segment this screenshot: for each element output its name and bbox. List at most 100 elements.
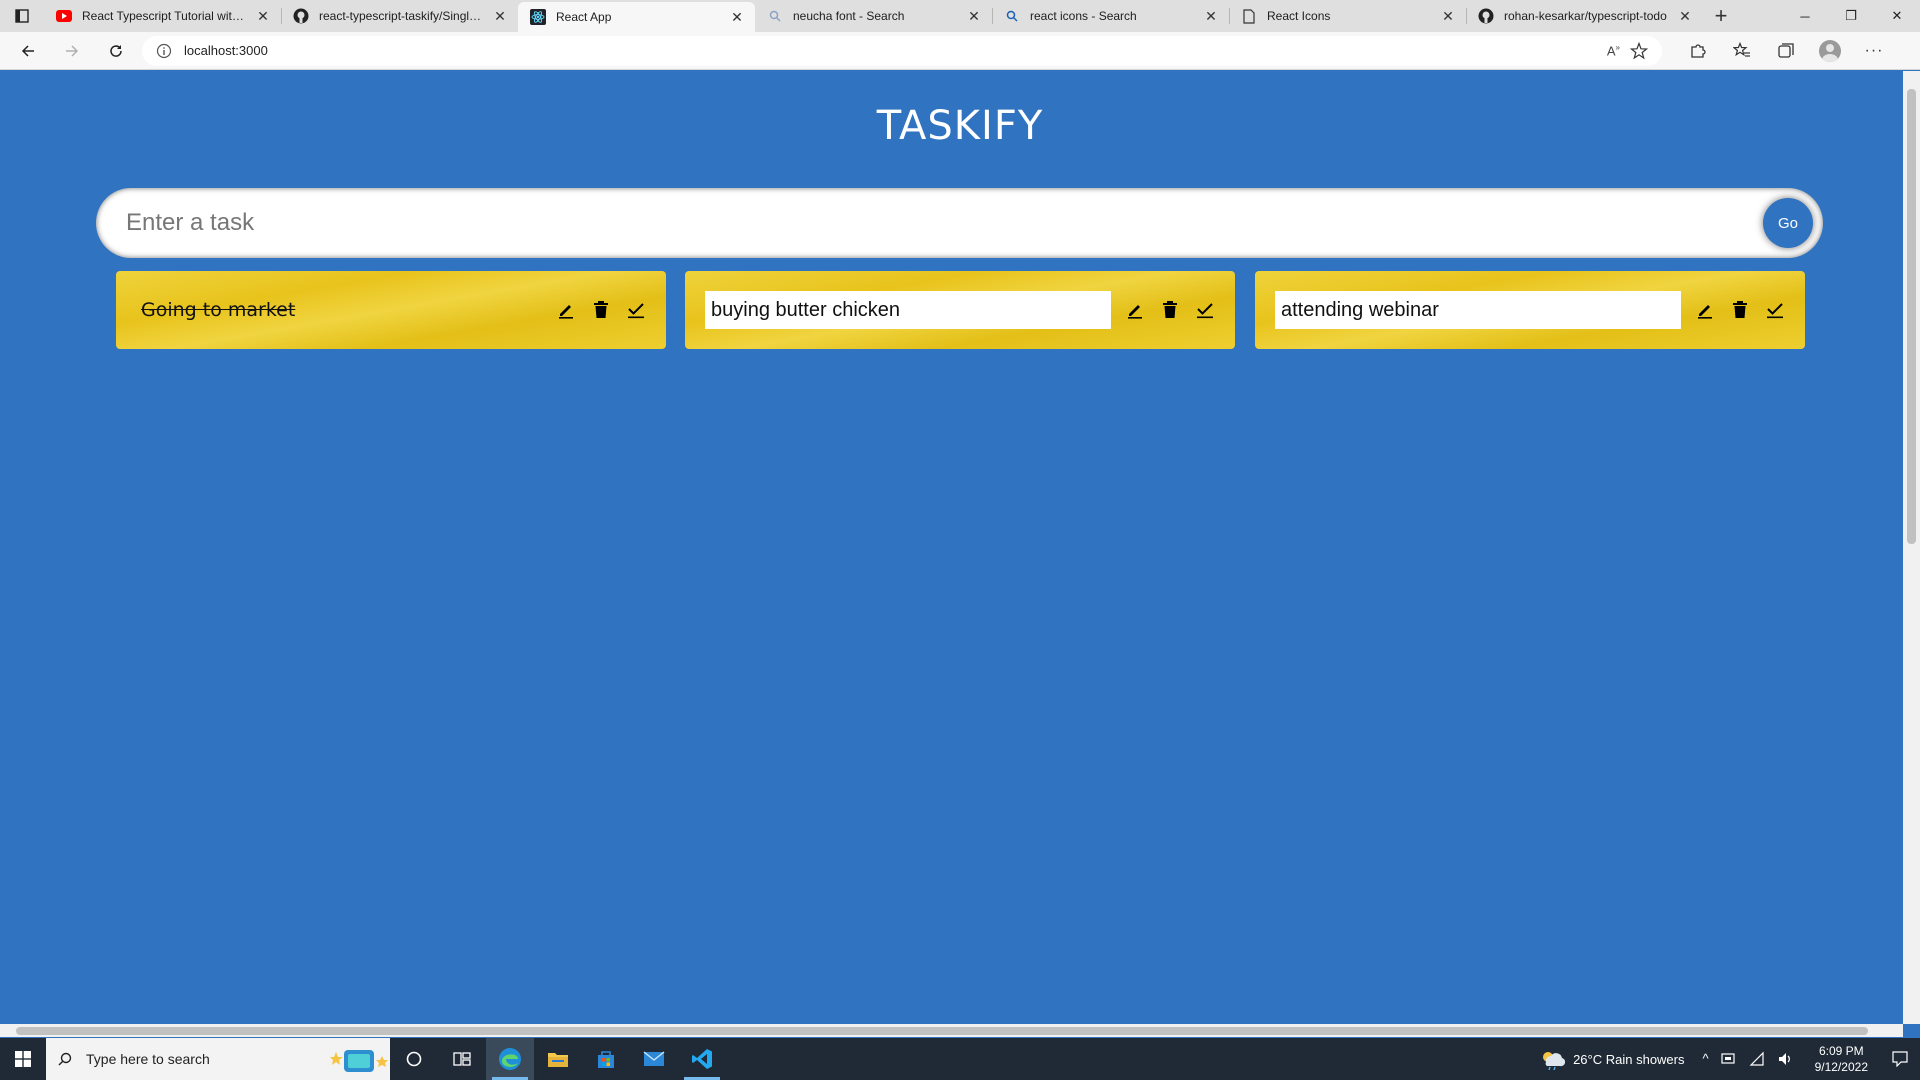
meet-now-icon[interactable] bbox=[1721, 1051, 1737, 1067]
edit-icon[interactable] bbox=[1125, 300, 1145, 320]
back-button[interactable] bbox=[6, 35, 50, 67]
page-icon bbox=[1241, 8, 1257, 24]
todo-text: Going to market bbox=[141, 299, 296, 321]
tab-youtube[interactable]: React Typescript Tutorial with Pr ✕ bbox=[44, 0, 281, 32]
tab-react-icons[interactable]: React Icons ✕ bbox=[1229, 0, 1466, 32]
todo-card: Going to market bbox=[116, 271, 666, 349]
refresh-icon bbox=[110, 44, 122, 57]
tab-title: React Icons bbox=[1267, 9, 1331, 23]
weather-widget[interactable]: 26°C Rain showers bbox=[1539, 1048, 1685, 1070]
task-view-icon bbox=[453, 1052, 471, 1066]
settings-menu-button[interactable]: ··· bbox=[1852, 35, 1896, 67]
delete-icon[interactable] bbox=[591, 300, 611, 320]
check-icon[interactable] bbox=[1765, 300, 1785, 320]
wifi-icon[interactable] bbox=[1749, 1051, 1765, 1067]
search-highlight-icon bbox=[330, 1050, 388, 1072]
window-close-button[interactable]: ✕ bbox=[1874, 0, 1920, 32]
vscode-icon bbox=[692, 1049, 712, 1069]
clock-date: 9/12/2022 bbox=[1814, 1060, 1868, 1074]
tab-title: neucha font - Search bbox=[793, 9, 905, 23]
url-text: localhost:3000 bbox=[184, 43, 268, 58]
taskbar-file-explorer[interactable] bbox=[534, 1038, 582, 1080]
edit-icon[interactable] bbox=[556, 300, 576, 320]
close-icon[interactable]: ✕ bbox=[255, 8, 271, 24]
todo-edit-input[interactable] bbox=[705, 291, 1111, 329]
rain-cloud-icon bbox=[1543, 1052, 1566, 1070]
todo-card bbox=[685, 271, 1235, 349]
github-icon bbox=[293, 8, 309, 24]
restore-button[interactable]: ❐ bbox=[1828, 0, 1874, 32]
vertical-scroll-thumb[interactable] bbox=[1907, 89, 1916, 544]
edge-browser-icon bbox=[499, 1048, 521, 1070]
forward-button[interactable] bbox=[50, 35, 94, 67]
extensions-button[interactable] bbox=[1676, 35, 1720, 67]
window-controls: ─ ❐ ✕ bbox=[1782, 0, 1920, 32]
horizontal-scroll-thumb[interactable] bbox=[16, 1027, 1868, 1035]
vertical-scrollbar[interactable] bbox=[1903, 71, 1920, 1024]
search-icon bbox=[767, 8, 783, 24]
delete-icon[interactable] bbox=[1160, 300, 1180, 320]
taskbar-vscode[interactable] bbox=[678, 1038, 726, 1080]
notifications-button[interactable] bbox=[1880, 1038, 1920, 1080]
todo-edit-input[interactable] bbox=[1275, 291, 1681, 329]
check-icon[interactable] bbox=[1195, 300, 1215, 320]
task-input[interactable] bbox=[96, 193, 1763, 253]
tab-react-app[interactable]: React App ✕ bbox=[518, 2, 755, 32]
favorite-star-icon[interactable] bbox=[1630, 41, 1648, 60]
github-icon bbox=[1478, 8, 1494, 24]
start-button[interactable] bbox=[0, 1038, 46, 1080]
close-icon[interactable]: ✕ bbox=[729, 9, 745, 25]
edit-icon[interactable] bbox=[1695, 300, 1715, 320]
browser-tab-bar: React Typescript Tutorial with Pr ✕ reac… bbox=[0, 0, 1920, 32]
store-bag-icon bbox=[598, 1051, 614, 1068]
chevron-up-icon[interactable]: ^ bbox=[1703, 1051, 1709, 1067]
close-icon[interactable]: ✕ bbox=[1440, 8, 1456, 24]
tab-actions-button[interactable] bbox=[0, 0, 44, 32]
cortana-circle-icon bbox=[406, 1051, 422, 1067]
taskbar-edge[interactable] bbox=[486, 1038, 534, 1080]
read-aloud-icon[interactable]: A» bbox=[1607, 43, 1620, 58]
cortana-button[interactable] bbox=[390, 1038, 438, 1080]
tab-title: rohan-kesarkar/typescript-todo bbox=[1504, 9, 1667, 23]
tab-github-todo[interactable]: rohan-kesarkar/typescript-todo ✕ bbox=[1466, 0, 1703, 32]
refresh-button[interactable] bbox=[94, 35, 138, 67]
close-icon[interactable]: ✕ bbox=[966, 8, 982, 24]
task-view-button[interactable] bbox=[438, 1038, 486, 1080]
clock-time: 6:09 PM bbox=[1818, 1044, 1864, 1058]
collections-icon bbox=[1778, 42, 1794, 58]
check-icon[interactable] bbox=[626, 300, 646, 320]
tab-react-icons-search[interactable]: react icons - Search ✕ bbox=[992, 0, 1229, 32]
todo-card bbox=[1255, 271, 1805, 349]
delete-icon[interactable] bbox=[1730, 300, 1750, 320]
close-icon[interactable]: ✕ bbox=[1677, 8, 1693, 24]
taskbar-search-placeholder: Type here to search bbox=[86, 1051, 210, 1067]
more-icon: ··· bbox=[1864, 41, 1884, 59]
folder-icon bbox=[548, 1053, 568, 1067]
minimize-button[interactable]: ─ bbox=[1782, 0, 1828, 32]
address-bar-row: localhost:3000 A» ··· bbox=[0, 32, 1920, 70]
windows-logo-icon bbox=[15, 1051, 31, 1067]
favorites-list-icon bbox=[1733, 41, 1750, 57]
task-input-form: Go bbox=[96, 188, 1823, 258]
tab-title: react-typescript-taskify/SingleTo bbox=[319, 9, 486, 23]
collections-button[interactable] bbox=[1764, 35, 1808, 67]
taskbar-search[interactable]: Type here to search bbox=[46, 1038, 390, 1080]
search-icon bbox=[1004, 8, 1020, 24]
go-button[interactable]: Go bbox=[1763, 198, 1813, 248]
site-info-icon[interactable] bbox=[156, 43, 172, 59]
tab-title: React Typescript Tutorial with Pr bbox=[82, 9, 249, 23]
new-tab-button[interactable]: + bbox=[1703, 0, 1739, 32]
favorites-button[interactable] bbox=[1720, 35, 1764, 67]
avatar bbox=[1819, 39, 1841, 62]
clock[interactable]: 6:09 PM 9/12/2022 bbox=[1815, 1043, 1868, 1075]
volume-icon[interactable] bbox=[1777, 1051, 1793, 1067]
close-icon[interactable]: ✕ bbox=[492, 8, 508, 24]
horizontal-scrollbar[interactable] bbox=[0, 1024, 1903, 1037]
tab-neucha-search[interactable]: neucha font - Search ✕ bbox=[755, 0, 992, 32]
url-field[interactable]: localhost:3000 A» bbox=[142, 35, 1662, 66]
taskbar-store[interactable] bbox=[582, 1038, 630, 1080]
tab-github-taskify[interactable]: react-typescript-taskify/SingleTo ✕ bbox=[281, 0, 518, 32]
taskbar-mail[interactable] bbox=[630, 1038, 678, 1080]
profile-button[interactable] bbox=[1808, 35, 1852, 67]
close-icon[interactable]: ✕ bbox=[1203, 8, 1219, 24]
